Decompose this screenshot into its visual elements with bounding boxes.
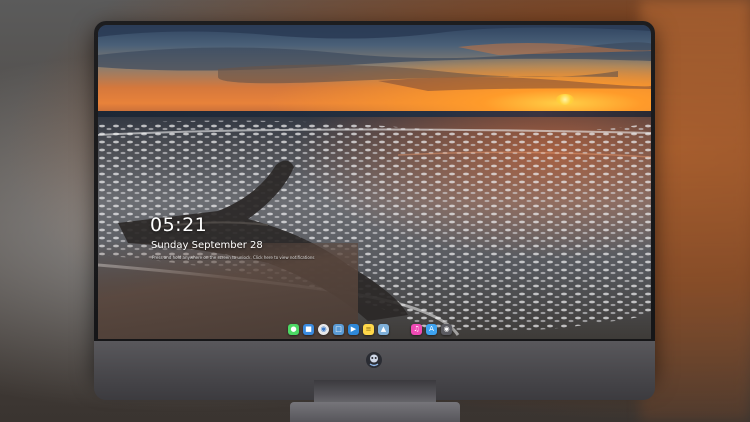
dock: ● ■ ◉ □ ▶ ≡ ▲ ♫ A ◉ bbox=[288, 321, 452, 337]
background-glow bbox=[640, 0, 750, 422]
lock-screen-notice[interactable]: Press and hold anywhere on the screen to… bbox=[152, 255, 342, 260]
video-icon[interactable]: ▶ bbox=[348, 323, 359, 335]
monitor-stand-base bbox=[290, 402, 460, 422]
brand-logo-icon bbox=[366, 352, 382, 368]
app-store-icon[interactable]: A bbox=[426, 323, 437, 335]
finder-icon[interactable]: ■ bbox=[303, 323, 314, 335]
photos-icon[interactable]: ▲ bbox=[378, 323, 389, 335]
monitor: 05:21 Sunday September 28 Press and hold… bbox=[94, 21, 655, 400]
lock-screen[interactable]: 05:21 Sunday September 28 Press and hold… bbox=[98, 25, 651, 339]
messages-icon[interactable]: ● bbox=[288, 323, 299, 335]
wallpaper-clouds bbox=[98, 25, 651, 91]
lock-screen-time: 05:21 bbox=[150, 214, 208, 236]
lock-screen-date: Sunday September 28 bbox=[151, 240, 263, 251]
sun bbox=[556, 94, 574, 105]
music-icon[interactable]: ♫ bbox=[411, 323, 422, 335]
safari-icon[interactable]: ◉ bbox=[318, 323, 329, 335]
monitor-stand-neck bbox=[314, 380, 436, 404]
camera-icon[interactable]: ◉ bbox=[441, 323, 452, 335]
files-icon[interactable]: □ bbox=[333, 323, 344, 335]
notes-icon[interactable]: ≡ bbox=[363, 323, 374, 335]
